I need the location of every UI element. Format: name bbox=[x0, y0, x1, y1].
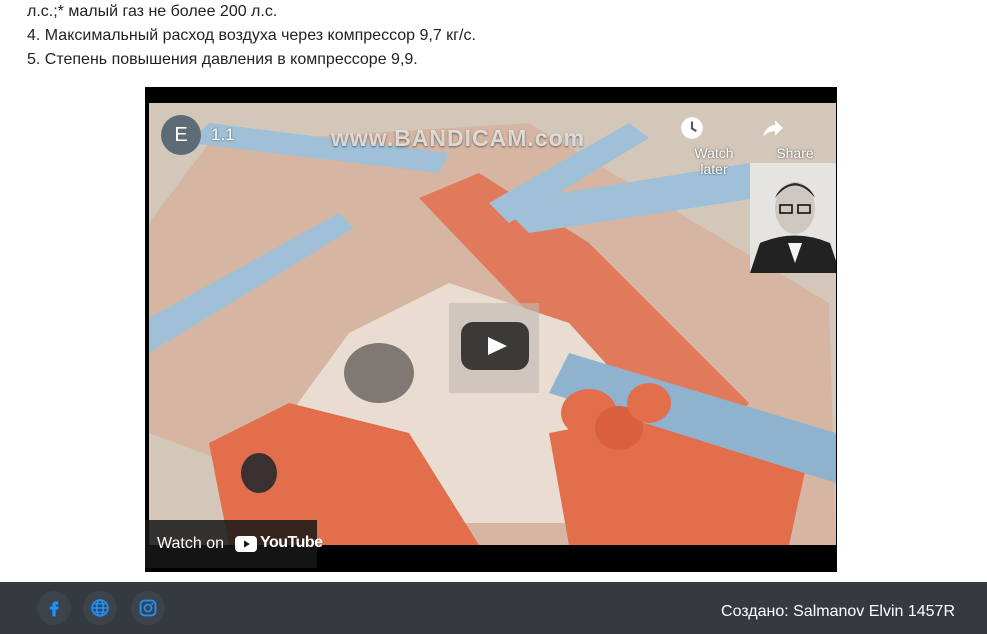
channel-avatar[interactable]: E bbox=[161, 115, 201, 155]
footer-credit: Создано: Salmanov Elvin 1457R bbox=[721, 603, 955, 620]
text-line-3: 5. Степень повышения давления в компресс… bbox=[27, 51, 418, 68]
watch-on-youtube-button[interactable]: Watch on YouTube bbox=[145, 520, 323, 568]
play-icon bbox=[488, 337, 507, 355]
watch-later-label: Watch later bbox=[694, 145, 734, 177]
share-button[interactable]: Share bbox=[760, 115, 830, 161]
youtube-logo-icon bbox=[235, 536, 257, 552]
website-link[interactable] bbox=[83, 591, 117, 625]
youtube-wordmark: YouTube bbox=[260, 534, 323, 551]
clock-icon bbox=[679, 115, 749, 141]
youtube-embed[interactable]: E 1.1 www.BANDICAM.com Watch later Share bbox=[145, 87, 837, 572]
globe-icon bbox=[91, 599, 109, 617]
share-label: Share bbox=[776, 145, 814, 161]
bandicam-watermark: www.BANDICAM.com bbox=[331, 125, 586, 151]
facebook-link[interactable] bbox=[37, 591, 71, 625]
watch-later-button[interactable]: Watch later bbox=[679, 115, 749, 177]
video-header: E 1.1 www.BANDICAM.com Watch later Share bbox=[149, 103, 836, 177]
share-arrow-icon bbox=[760, 115, 830, 141]
site-footer: Создано: Salmanov Elvin 1457R bbox=[0, 582, 987, 634]
text-line-2: 4. Максимальный расход воздуха через ком… bbox=[27, 27, 476, 44]
instagram-link[interactable] bbox=[131, 591, 165, 625]
text-line-1: л.с.;* малый газ не более 200 л.с. bbox=[27, 3, 278, 20]
video-thumbnail[interactable]: E 1.1 www.BANDICAM.com Watch later Share bbox=[149, 103, 836, 545]
video-title[interactable]: 1.1 bbox=[211, 125, 235, 145]
scientist-portrait bbox=[750, 163, 836, 273]
article-text: л.с.;* малый газ не более 200 л.с. 4. Ма… bbox=[27, 0, 476, 72]
play-button[interactable] bbox=[461, 322, 529, 370]
instagram-icon bbox=[139, 599, 157, 617]
facebook-icon bbox=[49, 601, 59, 617]
watch-on-label: Watch on bbox=[157, 535, 224, 552]
